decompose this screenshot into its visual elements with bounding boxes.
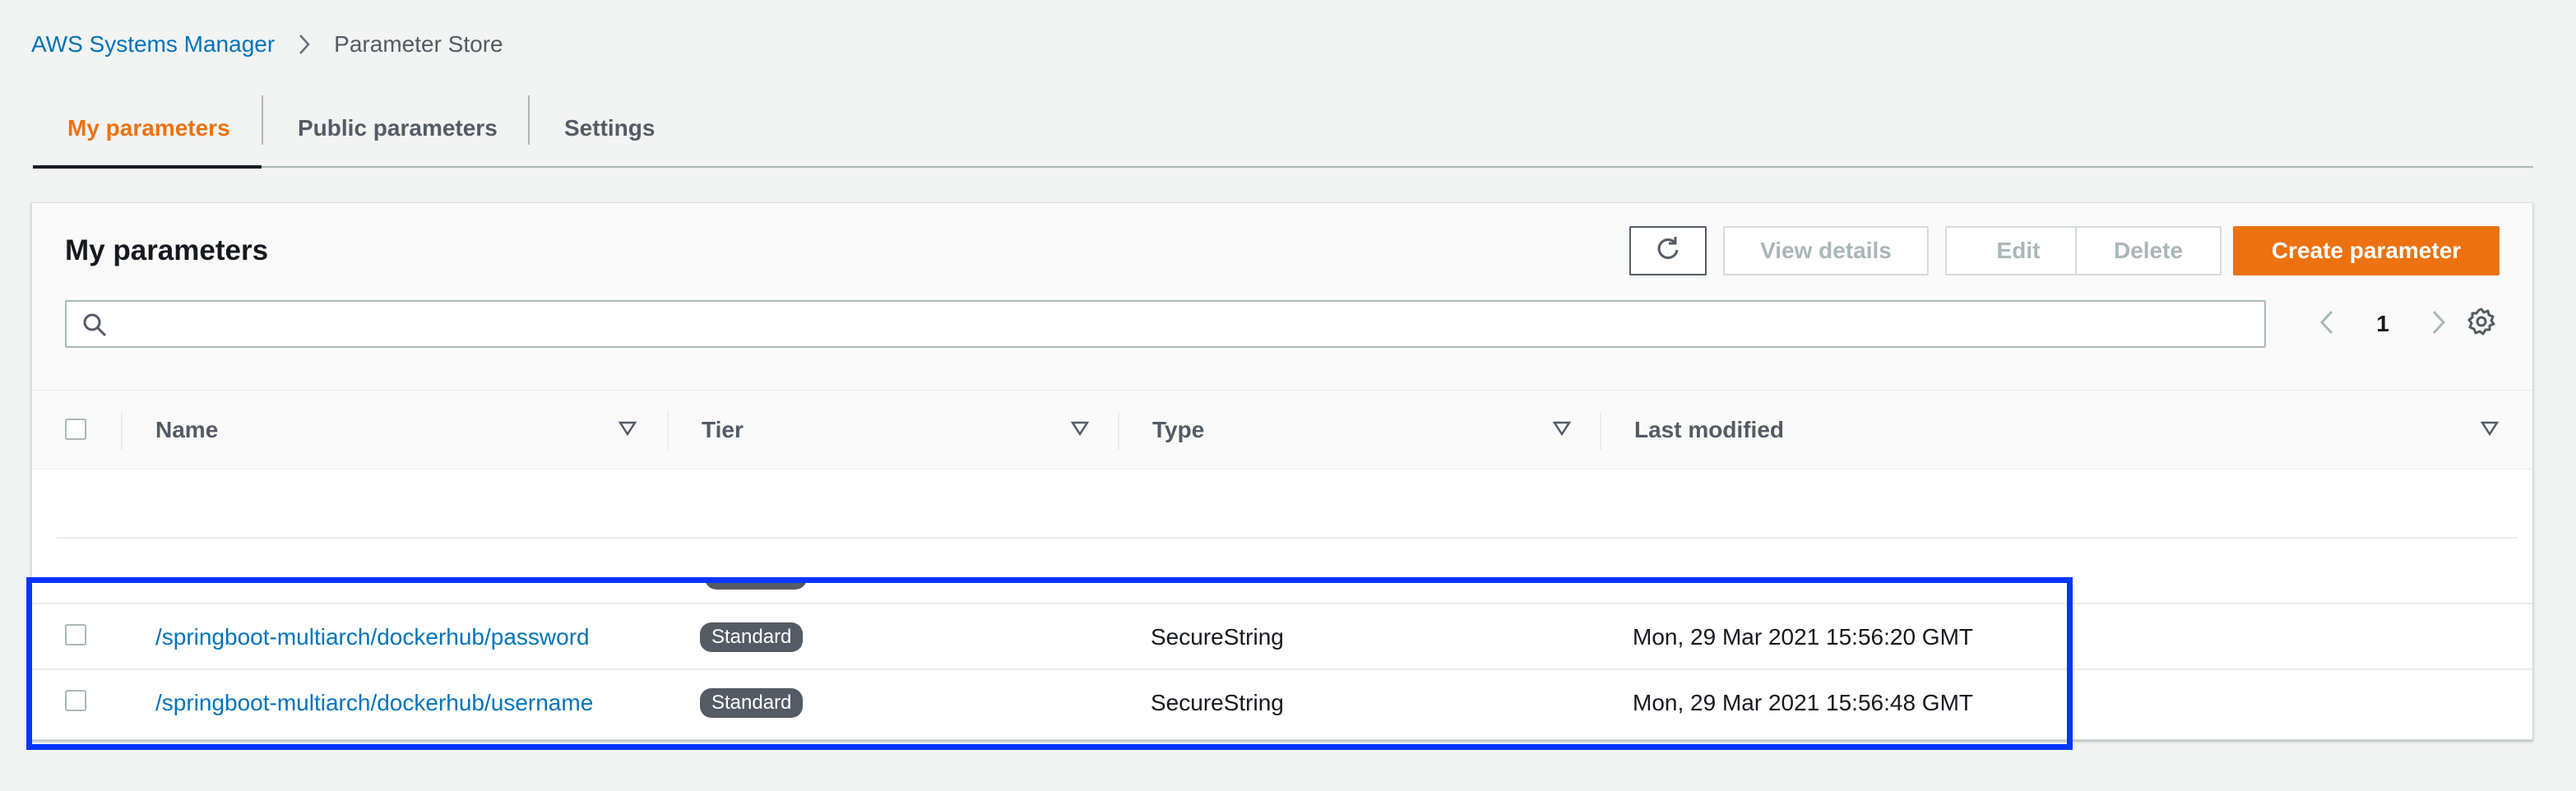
sort-icon[interactable]: [2480, 419, 2500, 438]
chevron-right-icon: [294, 35, 314, 54]
breadcrumb-systems-manager-link[interactable]: AWS Systems Manager: [31, 31, 275, 58]
tab-bar: My parameters Public parameters Settings: [33, 90, 2533, 169]
breadcrumb-current: Parameter Store: [334, 31, 503, 57]
tab-divider: [528, 95, 530, 145]
sort-icon[interactable]: [1070, 419, 1090, 438]
refresh-icon: [1654, 234, 1682, 268]
sort-icon[interactable]: [618, 419, 637, 438]
column-header-type[interactable]: Type: [1152, 391, 1204, 470]
tab-settings[interactable]: Settings: [564, 90, 655, 166]
refresh-button[interactable]: [1629, 226, 1707, 275]
chevron-right-icon: [2431, 309, 2446, 340]
column-divider: [121, 412, 123, 450]
search-box: [65, 300, 2266, 348]
page-number[interactable]: 1: [2366, 300, 2399, 348]
search-input[interactable]: [121, 307, 2243, 343]
column-header-last-modified[interactable]: Last modified: [1634, 391, 1784, 470]
chevron-left-icon: [2319, 309, 2334, 340]
sort-icon[interactable]: [1552, 419, 1572, 438]
previous-page-button[interactable]: [2310, 300, 2343, 348]
highlight-box: [26, 577, 2073, 750]
preferences-button[interactable]: [2462, 303, 2501, 343]
tab-divider: [262, 95, 263, 145]
next-page-button[interactable]: [2422, 300, 2455, 348]
gear-icon: [2467, 307, 2496, 340]
search-icon: [81, 312, 108, 338]
tab-public-parameters[interactable]: Public parameters: [298, 90, 498, 166]
row-separator: [57, 537, 2518, 539]
column-header-name[interactable]: Name: [155, 391, 218, 470]
column-divider: [1118, 412, 1119, 450]
panel-header: My parameters View details Edit Delete C…: [32, 203, 2532, 391]
breadcrumb: AWS Systems Manager Parameter Store: [31, 28, 503, 61]
tab-my-parameters[interactable]: My parameters: [67, 90, 230, 166]
column-header-tier[interactable]: Tier: [702, 391, 744, 470]
column-divider: [1600, 412, 1601, 450]
delete-button[interactable]: Delete: [2075, 226, 2222, 275]
create-parameter-button[interactable]: Create parameter: [2233, 226, 2500, 275]
view-details-button[interactable]: View details: [1723, 226, 1929, 275]
edit-button[interactable]: Edit: [1945, 226, 2092, 275]
column-divider: [667, 412, 669, 450]
select-all-checkbox[interactable]: [65, 419, 86, 440]
active-tab-underline: [33, 165, 262, 169]
panel-title: My parameters: [65, 234, 269, 266]
table-header: Name Tier Type Last modified: [32, 391, 2532, 470]
